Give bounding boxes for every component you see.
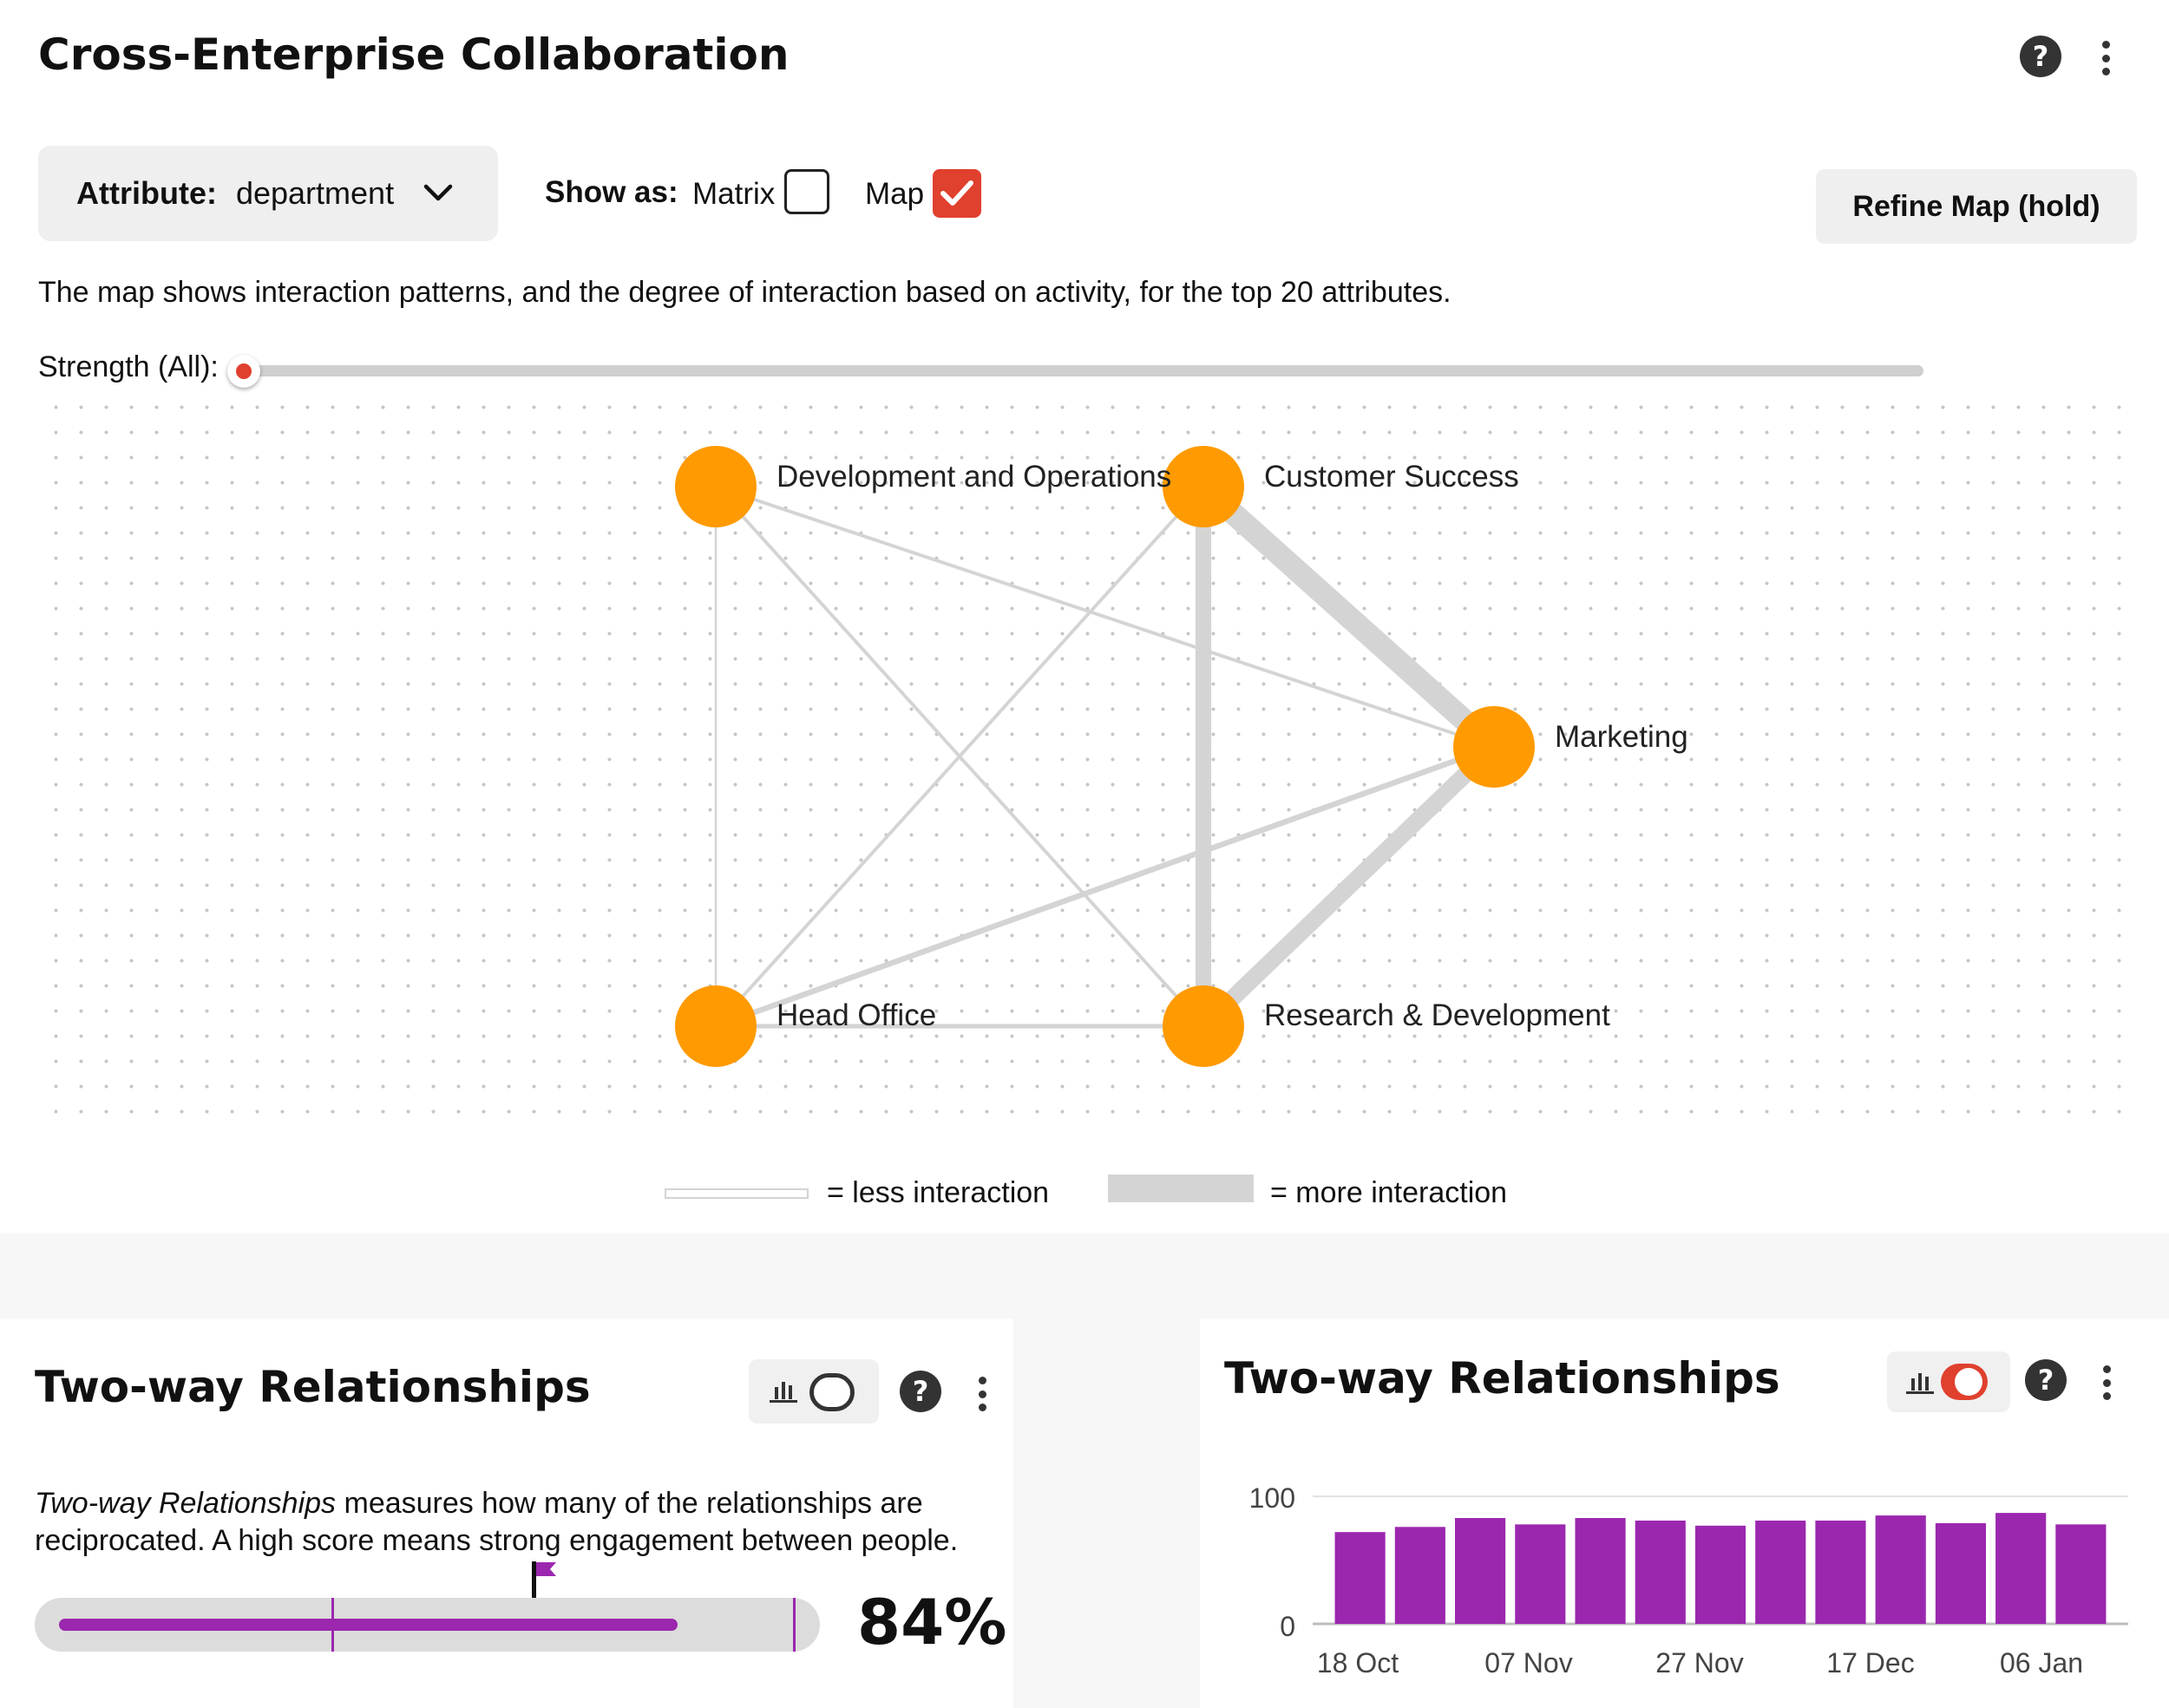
bar-chart-icon — [770, 1382, 797, 1403]
more-options-icon[interactable] — [972, 1373, 993, 1415]
bar-8[interactable] — [1815, 1520, 1866, 1624]
x-tick-label: 27 Nov — [1655, 1647, 1743, 1679]
node-label-devops: Development and Operations — [777, 460, 1172, 494]
bar-10[interactable] — [1935, 1522, 1986, 1624]
bar-1[interactable] — [1394, 1527, 1445, 1624]
bar-7[interactable] — [1755, 1520, 1806, 1624]
legend-less-label: = less interaction — [827, 1176, 1050, 1209]
card-description: Two-way Relationships measures how many … — [35, 1485, 972, 1560]
two-way-score-card: Two-way Relationships ? Two-way Relation… — [0, 1319, 1013, 1708]
card-title: Two-way Relationships — [35, 1362, 591, 1412]
help-icon[interactable]: ? — [2020, 36, 2061, 77]
bar-11[interactable] — [1995, 1513, 2047, 1624]
node-label-customer-success: Customer Success — [1264, 460, 1519, 494]
node-label-research-development: Research & Development — [1264, 998, 1610, 1032]
x-tick-label: 06 Jan — [2000, 1647, 2083, 1679]
collaboration-panel: Cross-Enterprise Collaboration ? Attribu… — [0, 0, 2169, 1234]
checkmark-icon — [940, 180, 973, 206]
end-tick — [793, 1598, 796, 1652]
node-label-marketing: Marketing — [1555, 720, 1688, 754]
bar-5[interactable] — [1635, 1520, 1686, 1624]
flag-icon — [532, 1561, 557, 1598]
bar-chart: 100 0 18 Oct 07 Nov 27 Nov 17 Dec 06 Jan — [1249, 1482, 2128, 1679]
progress-fill — [59, 1619, 678, 1631]
refine-map-button[interactable]: Refine Map (hold) — [1816, 169, 2137, 244]
legend-more-label: = more interaction — [1270, 1176, 1508, 1209]
bar-9[interactable] — [1875, 1515, 1926, 1624]
y-tick-label: 0 — [1280, 1611, 1295, 1642]
show-as-label: Show as: — [545, 175, 678, 209]
bar-12[interactable] — [2055, 1524, 2107, 1624]
attribute-dropdown[interactable]: Attribute: department — [38, 146, 498, 241]
strength-label: Strength (All): — [38, 350, 219, 383]
panel-title: Cross-Enterprise Collaboration — [38, 29, 790, 80]
node-label-head-office: Head Office — [777, 998, 937, 1032]
bar-4[interactable] — [1575, 1517, 1626, 1624]
matrix-option-label[interactable]: Matrix — [692, 177, 775, 212]
x-tick-label: 07 Nov — [1484, 1647, 1572, 1679]
chevron-down-icon — [423, 184, 453, 201]
legend-less-swatch — [665, 1188, 809, 1199]
map-checkbox[interactable] — [933, 169, 981, 218]
benchmark-tick — [331, 1598, 335, 1652]
chart-view-toggle[interactable] — [749, 1359, 879, 1423]
toggle-switch-off[interactable] — [809, 1373, 855, 1411]
bar-6[interactable] — [1694, 1525, 1746, 1624]
attribute-label: Attribute: — [76, 175, 217, 211]
progress-track — [35, 1561, 820, 1652]
score-value: 84% — [857, 1586, 1007, 1659]
y-tick-label: 100 — [1249, 1482, 1295, 1514]
attribute-value: department — [235, 175, 395, 211]
bar-0[interactable] — [1334, 1532, 1386, 1624]
x-tick-label: 17 Dec — [1826, 1647, 1914, 1679]
strength-slider-handle[interactable] — [227, 355, 260, 388]
bar-3[interactable] — [1515, 1524, 1566, 1624]
map-description: The map shows interaction patterns, and … — [38, 276, 1451, 309]
legend-more-swatch — [1108, 1175, 1254, 1202]
matrix-checkbox[interactable] — [784, 169, 829, 214]
bar-2[interactable] — [1455, 1517, 1506, 1624]
x-tick-label: 18 Oct — [1317, 1647, 1399, 1679]
description-emphasis: Two-way Relationships — [35, 1487, 337, 1520]
strength-slider-track[interactable] — [243, 365, 1923, 376]
help-icon[interactable]: ? — [900, 1371, 941, 1412]
network-map-area — [43, 395, 2126, 1115]
two-way-trend-card: Two-way Relationships ? 100 0 18 Oct 07 N… — [1200, 1319, 2169, 1708]
map-option-label[interactable]: Map — [865, 177, 924, 212]
more-options-icon[interactable] — [2095, 37, 2116, 79]
